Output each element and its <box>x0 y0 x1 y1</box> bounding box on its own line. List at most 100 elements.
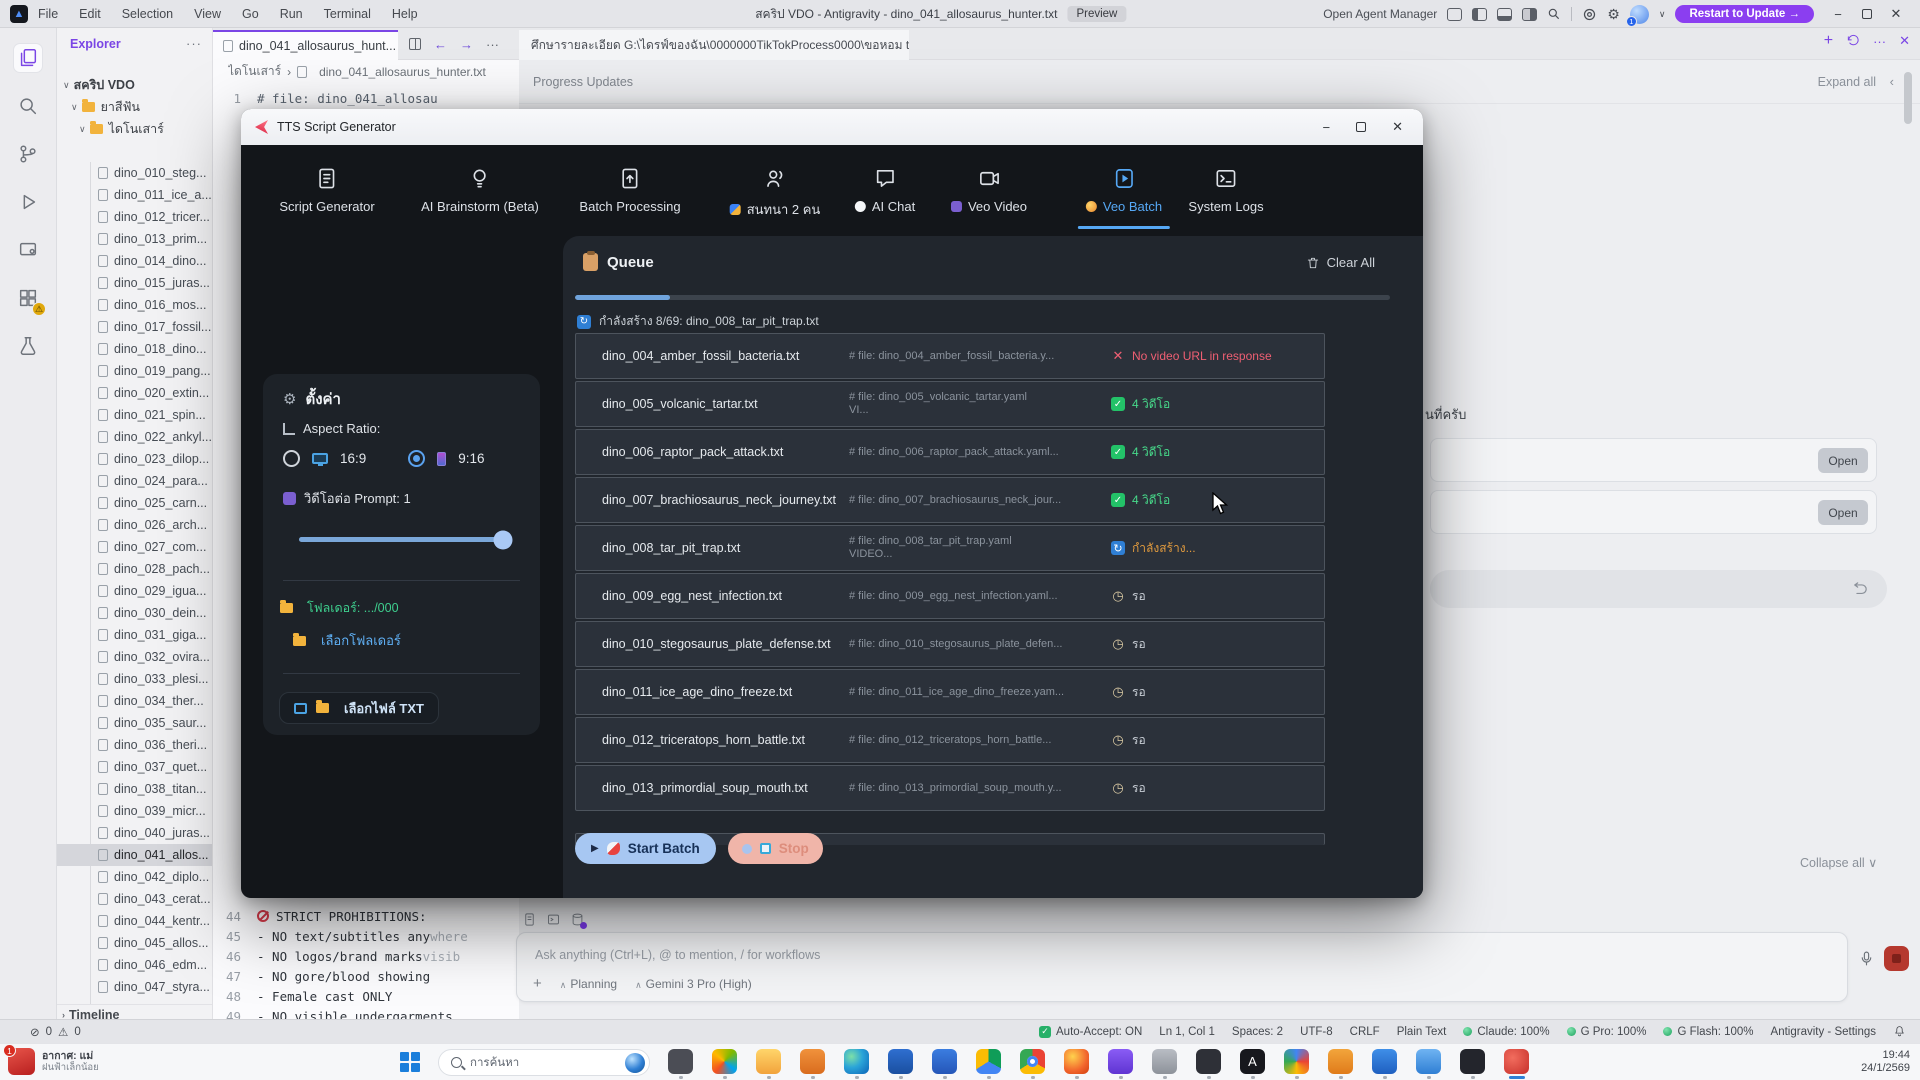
close-button[interactable]: ✕ <box>1882 6 1910 22</box>
undo-icon[interactable] <box>1852 580 1869 597</box>
more-actions-icon[interactable]: ··· <box>186 36 202 51</box>
tree-file-item[interactable]: dino_015_juras... <box>57 272 213 294</box>
gpro-quota[interactable]: G Pro: 100% <box>1567 1026 1647 1038</box>
tab-duo-conversation[interactable]: สนทนา 2 คน <box>730 167 821 220</box>
menu-item[interactable]: Run <box>280 7 303 21</box>
tree-file-item[interactable]: dino_038_titan... <box>57 778 213 800</box>
agent-manager-tab[interactable]: ศึกษารายละเอียด G:\ไดรฟ์ของฉัน\0000000Ti… <box>519 30 909 60</box>
browser-icon[interactable] <box>1064 1049 1089 1074</box>
nav-back-icon[interactable]: ← <box>434 37 447 52</box>
breadcrumb-file[interactable]: dino_041_allosaurus_hunter.txt <box>319 65 486 79</box>
tree-file-item[interactable]: dino_019_pang... <box>57 360 213 382</box>
tab-script-generator[interactable]: Script Generator <box>279 167 374 214</box>
security-icon[interactable] <box>800 1049 825 1074</box>
choose-txt-files-button[interactable]: เลือกไฟล์ TXT <box>279 692 439 724</box>
settings-link[interactable]: Antigravity - Settings <box>1771 1026 1876 1038</box>
queue-row[interactable]: dino_004_amber_fossil_bacteria.txt # fil… <box>575 333 1325 379</box>
tab-ai-chat[interactable]: AI Chat <box>855 167 915 214</box>
tree-file-item[interactable]: dino_043_cerat... <box>57 888 213 910</box>
run-debug-icon[interactable] <box>14 188 42 216</box>
panel-bottom-icon[interactable] <box>1497 8 1512 21</box>
queue-row[interactable]: dino_010_stegosaurus_plate_defense.txt #… <box>575 621 1325 667</box>
source-control-icon[interactable] <box>14 140 42 168</box>
avatar[interactable]: 1 <box>1630 5 1649 24</box>
tree-file-item[interactable]: dino_028_pach... <box>57 558 213 580</box>
radio-9-16-selected[interactable] <box>408 450 425 467</box>
terminal-chip-icon[interactable] <box>546 912 561 927</box>
warnings-count[interactable]: 0 <box>74 1026 80 1038</box>
start-button[interactable] <box>400 1052 421 1073</box>
model-dropdown[interactable]: ∧Gemini 3 Pro (High) <box>635 977 752 991</box>
tree-file-item[interactable]: dino_016_mos... <box>57 294 213 316</box>
claude-quota[interactable]: Claude: 100% <box>1463 1026 1549 1038</box>
tree-file-item[interactable]: dino_037_quet... <box>57 756 213 778</box>
indentation[interactable]: Spaces: 2 <box>1232 1026 1283 1038</box>
tab-ai-brainstorm[interactable]: AI Brainstorm (Beta) <box>421 167 539 214</box>
tree-folder[interactable]: ∨ ยาสีฟัน <box>57 96 213 118</box>
choose-folder-button[interactable]: เลือกโฟลเดอร์ <box>293 630 401 651</box>
expand-all-button[interactable]: Expand all <box>1818 75 1876 89</box>
mail-icon[interactable] <box>932 1049 957 1074</box>
onenote-icon[interactable] <box>1108 1049 1133 1074</box>
slider-thumb[interactable] <box>493 530 512 549</box>
ratio-9-16-label[interactable]: 9:16 <box>458 451 484 466</box>
open-button[interactable]: Open <box>1818 500 1868 525</box>
stop-button[interactable]: Stop <box>728 833 823 864</box>
file-attach-icon[interactable] <box>522 912 537 927</box>
ratio-16-9-label[interactable]: 16:9 <box>340 451 366 466</box>
timeline-section[interactable]: ›Timeline <box>57 1004 213 1019</box>
tree-file-item[interactable]: dino_046_edm... <box>57 954 213 976</box>
tree-file-item[interactable]: dino_041_allos... <box>57 844 213 866</box>
agent-more-icon[interactable]: ··· <box>1873 34 1886 49</box>
tree-file-item[interactable]: dino_020_extin... <box>57 382 213 404</box>
drive-icon[interactable] <box>976 1049 1001 1074</box>
file-explorer-icon[interactable] <box>756 1049 781 1074</box>
language-mode[interactable]: Plain Text <box>1397 1026 1447 1038</box>
tree-file-item[interactable]: dino_021_spin... <box>57 404 213 426</box>
mouse-icon[interactable] <box>1372 1049 1397 1074</box>
encoding[interactable]: UTF-8 <box>1300 1026 1333 1038</box>
chevron-left-icon[interactable]: ‹ <box>1890 74 1894 89</box>
tree-file-item[interactable]: dino_039_micr... <box>57 800 213 822</box>
google-app-icon[interactable] <box>1284 1049 1309 1074</box>
tree-file-item[interactable]: dino_011_ice_a... <box>57 184 213 206</box>
tree-file-item[interactable]: dino_012_tricer... <box>57 206 213 228</box>
tree-root[interactable]: ∨ สคริป VDO <box>57 74 213 96</box>
editor-tab-active[interactable]: dino_041_allosaurus_hunt... <box>213 30 398 60</box>
extensions-icon[interactable]: ⚠ <box>14 284 42 312</box>
dialog-close-button[interactable]: ✕ <box>1392 119 1403 135</box>
planning-dropdown[interactable]: ∧Planning <box>560 977 617 991</box>
tree-file-item[interactable]: dino_025_carn... <box>57 492 213 514</box>
a-app-icon[interactable] <box>1240 1049 1265 1074</box>
tree-file-item[interactable]: dino_024_para... <box>57 470 213 492</box>
open-button[interactable]: Open <box>1818 448 1868 473</box>
feather-icon[interactable] <box>1460 1049 1485 1074</box>
clear-all-button[interactable]: Clear All <box>1306 255 1375 270</box>
cursor-position[interactable]: Ln 1, Col 1 <box>1159 1026 1215 1038</box>
weather-widget[interactable]: 1 อากาศ: แม่ ฝนฟ้าเล็กน้อย <box>8 1048 99 1075</box>
pen-icon[interactable] <box>1196 1049 1221 1074</box>
edge-icon[interactable] <box>844 1049 869 1074</box>
tree-file-item[interactable]: dino_042_diplo... <box>57 866 213 888</box>
panel-right-icon[interactable] <box>1522 8 1537 21</box>
search-icon[interactable] <box>1547 7 1561 21</box>
tab-veo-batch[interactable]: Veo Batch <box>1086 167 1162 214</box>
tree-file-item[interactable]: dino_036_theri... <box>57 734 213 756</box>
agent-close-icon[interactable]: ✕ <box>1899 33 1910 49</box>
tree-file-item[interactable]: dino_022_ankyl... <box>57 426 213 448</box>
tree-file-item[interactable]: dino_026_arch... <box>57 514 213 536</box>
notepad-icon[interactable] <box>668 1049 693 1074</box>
tree-file-item[interactable]: dino_044_kentr... <box>57 910 213 932</box>
restart-to-update-button[interactable]: Restart to Update → <box>1675 5 1814 23</box>
open-agent-manager-button[interactable]: Open Agent Manager <box>1323 7 1437 21</box>
auto-accept-toggle[interactable]: ✓Auto-Accept: ON <box>1039 1026 1142 1038</box>
tree-folder[interactable]: ∨ ไดโนเสาร์ <box>57 118 213 140</box>
start-batch-button[interactable]: ▶ Start Batch <box>575 833 716 864</box>
settings-gear-icon[interactable] <box>1152 1049 1177 1074</box>
tree-file-item[interactable]: dino_010_steg... <box>57 162 213 184</box>
chrome-icon[interactable] <box>1020 1049 1045 1074</box>
queue-row[interactable]: dino_011_ice_age_dino_freeze.txt # file:… <box>575 669 1325 715</box>
tree-file-item[interactable]: dino_027_com... <box>57 536 213 558</box>
grid-layout-icon[interactable] <box>1447 8 1462 21</box>
errors-icon[interactable]: ⊘ <box>30 1025 40 1039</box>
